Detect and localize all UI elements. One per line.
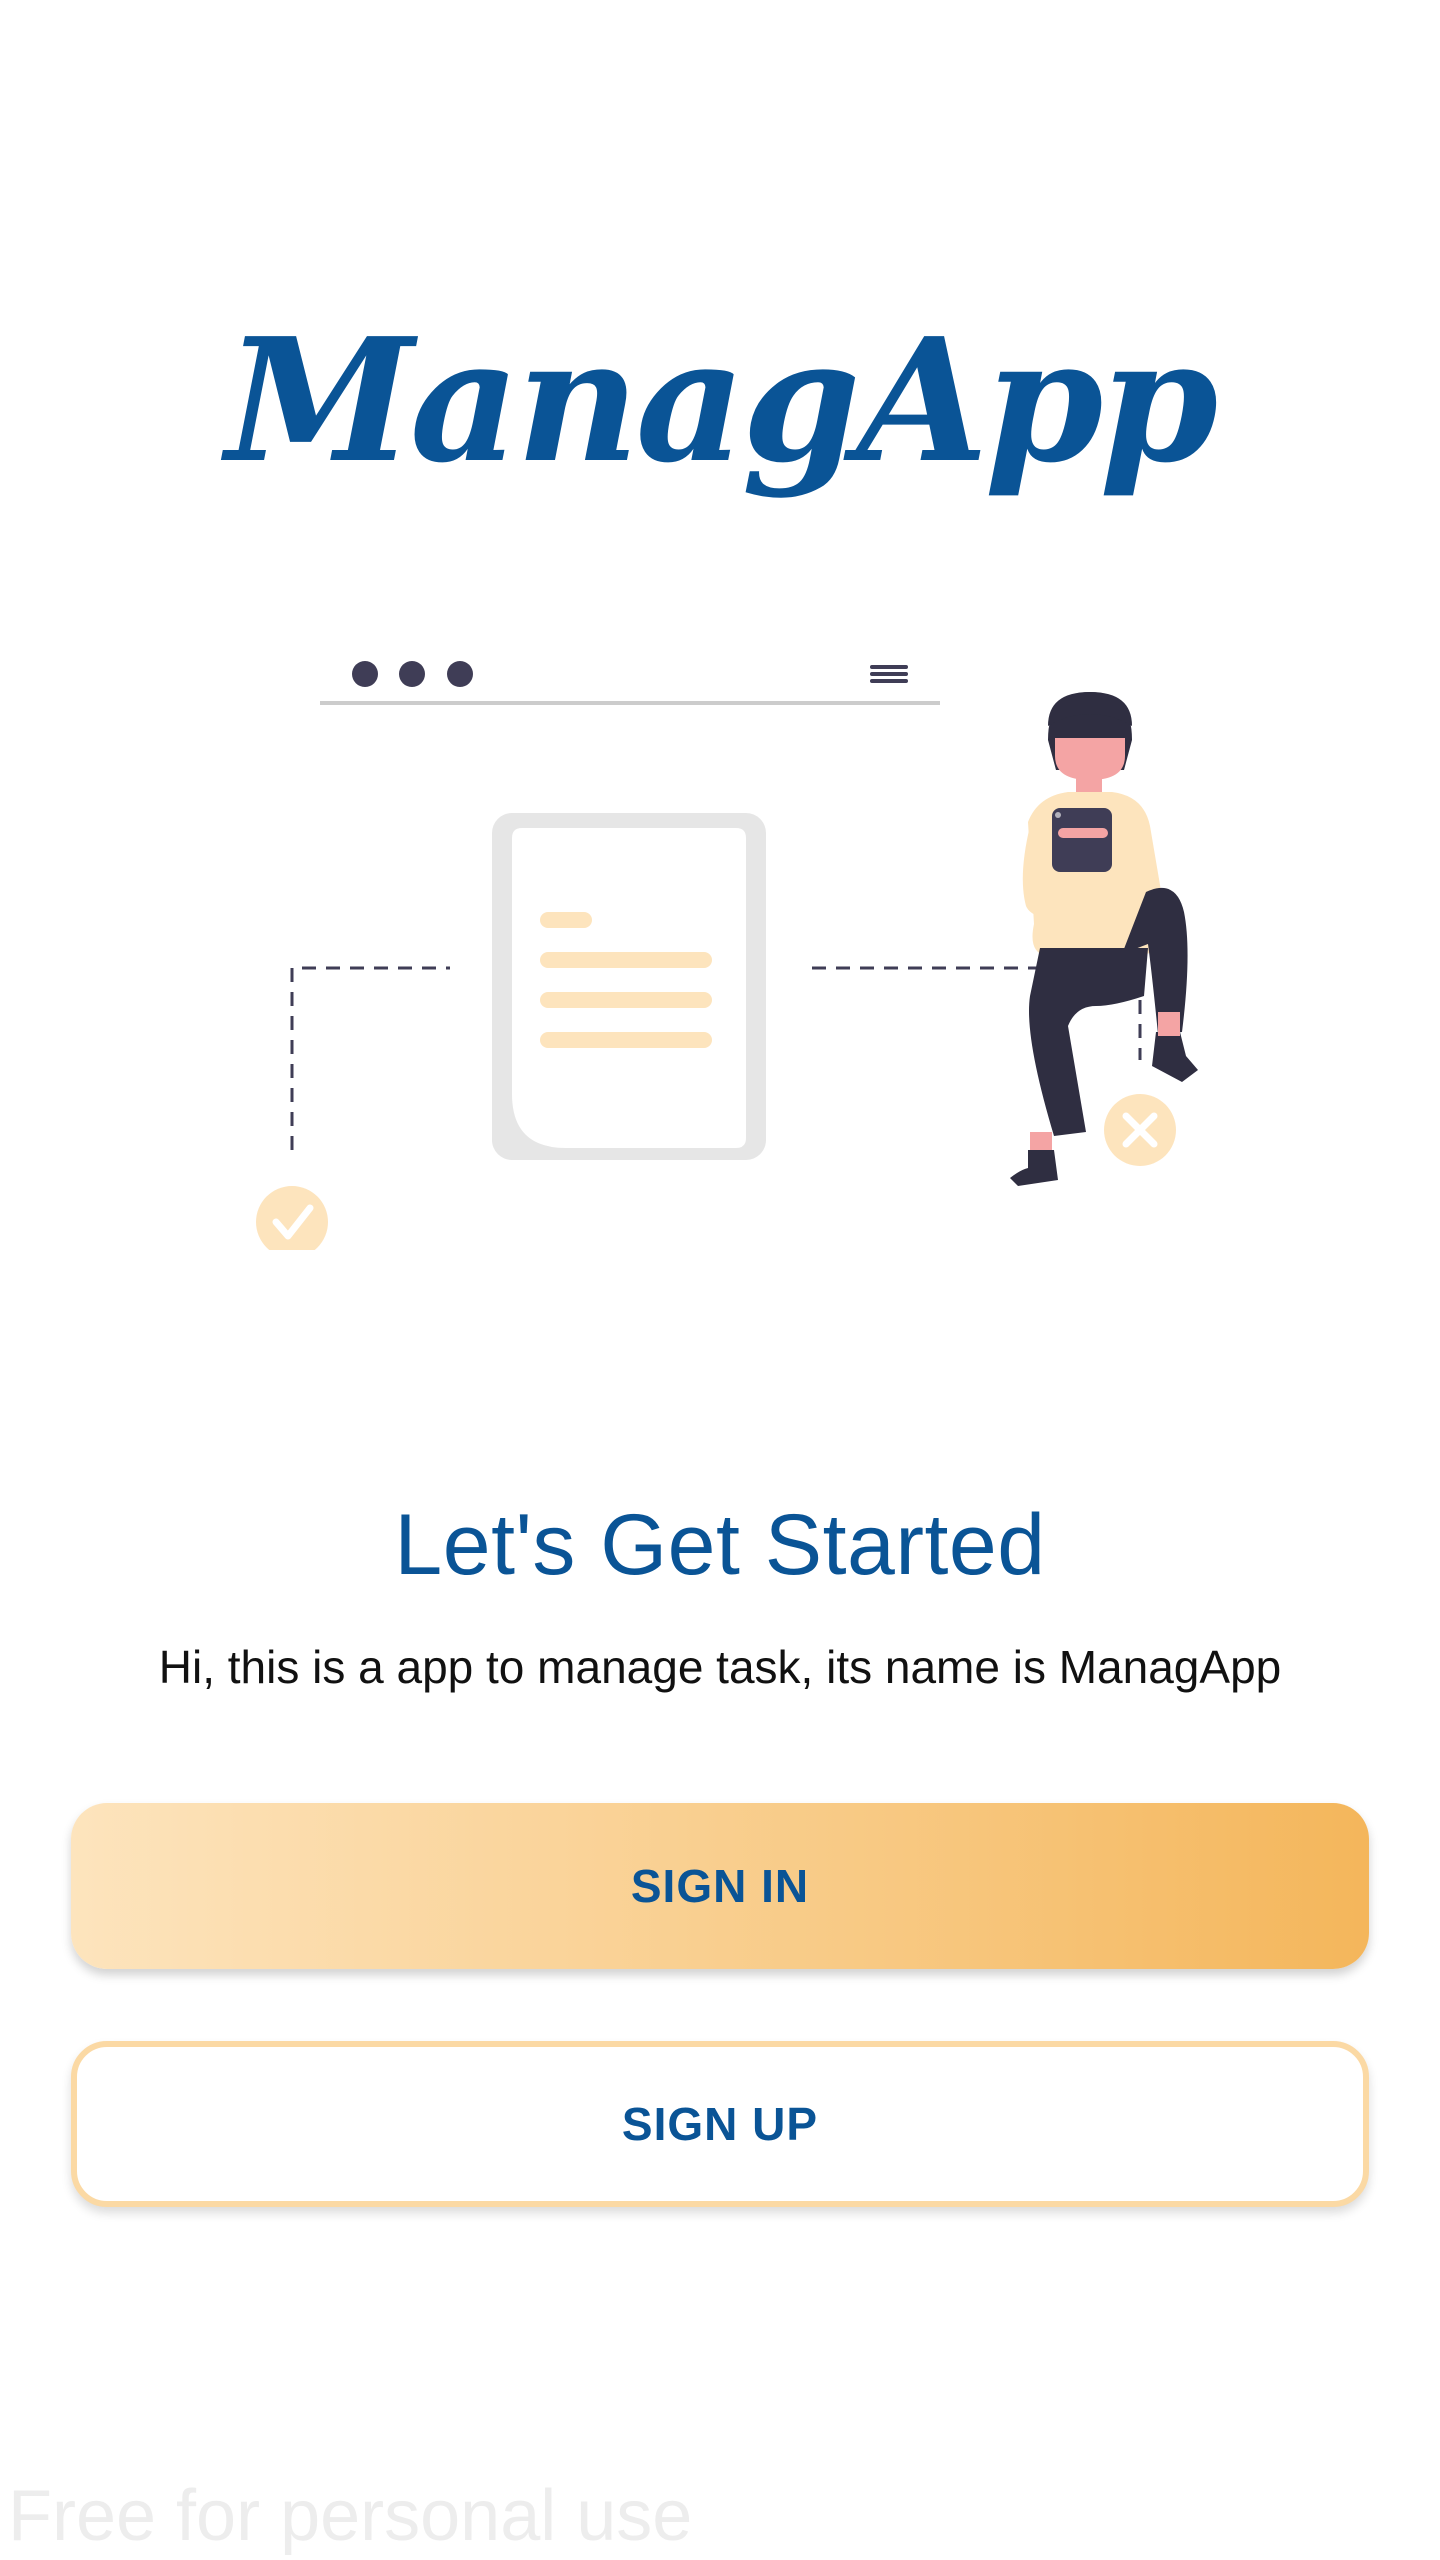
page-subtitle: Hi, this is a app to manage task, its na… — [158, 1641, 1282, 1693]
sign-up-button[interactable]: SIGN UP — [71, 2041, 1369, 2207]
sign-up-button-label: SIGN UP — [621, 2098, 819, 2150]
hamburger-menu-icon — [870, 665, 908, 683]
page-title: Let's Get Started — [394, 1497, 1046, 1593]
sign-in-button[interactable]: SIGN IN — [71, 1803, 1369, 1969]
watermark-text: Free for personal use — [8, 2476, 693, 2556]
browser-dots-icon — [352, 661, 473, 687]
close-circle-icon — [1104, 1094, 1176, 1166]
hero-illustration — [240, 630, 1200, 1250]
check-circle-icon — [256, 1186, 328, 1250]
logo-text: ManagApp — [221, 301, 1217, 501]
document-icon — [492, 813, 766, 1160]
sign-in-button-label: SIGN IN — [630, 1860, 810, 1912]
app-logo: ManagApp — [0, 290, 1440, 550]
